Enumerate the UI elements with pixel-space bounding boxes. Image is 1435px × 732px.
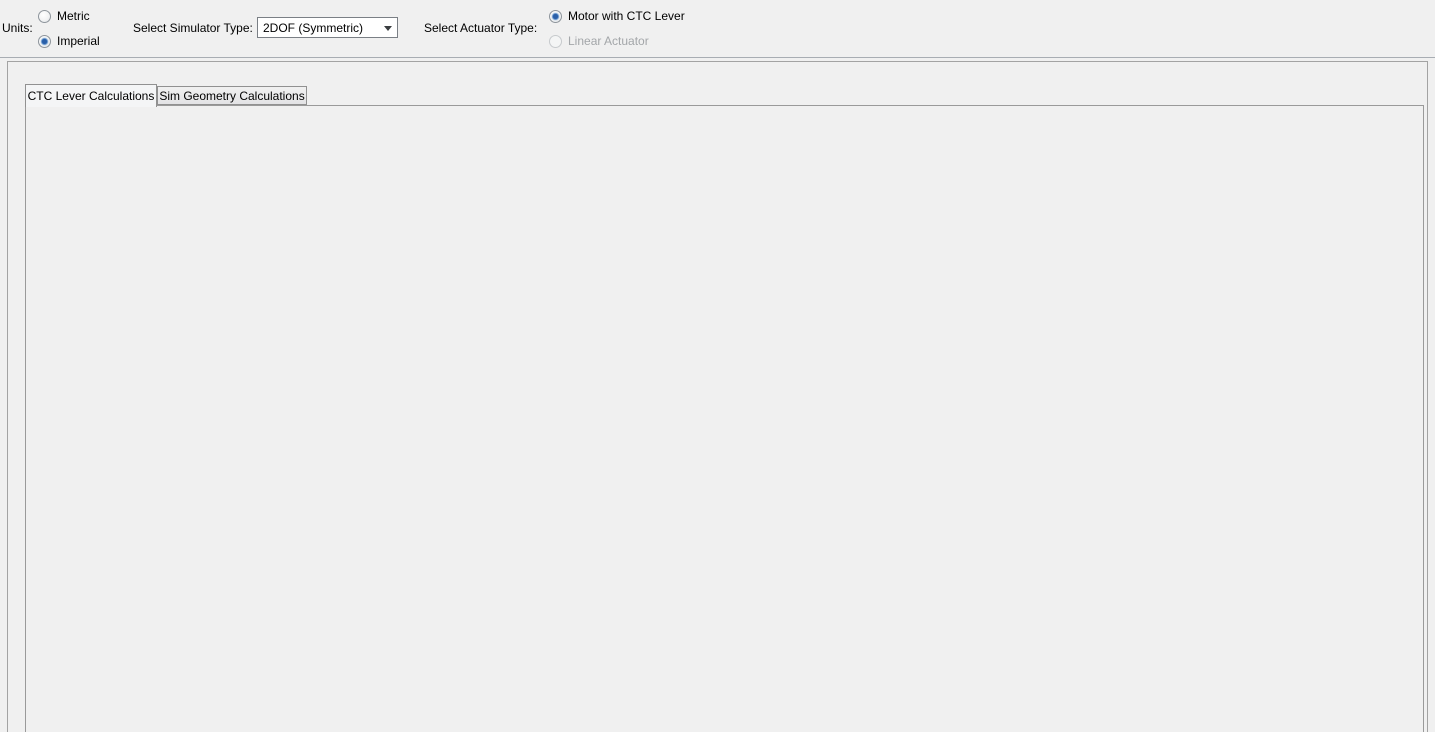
app-window: Units: Metric Imperial Select Simulator … bbox=[0, 0, 1435, 732]
units-metric-option[interactable]: Metric bbox=[38, 9, 90, 23]
tab-sim-geometry-calculations[interactable]: Sim Geometry Calculations bbox=[157, 86, 307, 105]
motor-ctc-radio-icon[interactable] bbox=[549, 10, 562, 23]
chevron-down-icon bbox=[384, 26, 392, 31]
motor-ctc-radio-label: Motor with CTC Lever bbox=[568, 9, 685, 23]
actuator-type-label: Select Actuator Type: bbox=[424, 21, 537, 35]
simulator-type-value: 2DOF (Symmetric) bbox=[263, 21, 363, 35]
actuator-linear-option: Linear Actuator bbox=[549, 34, 649, 48]
linear-actuator-radio-icon bbox=[549, 35, 562, 48]
imperial-radio-label: Imperial bbox=[57, 34, 100, 48]
top-options-bar: Units: Metric Imperial Select Simulator … bbox=[0, 0, 1435, 58]
metric-radio-label: Metric bbox=[57, 9, 90, 23]
metric-radio-icon[interactable] bbox=[38, 10, 51, 23]
ctc-lever-tab-page bbox=[25, 105, 1424, 732]
simulator-type-dropdown[interactable]: 2DOF (Symmetric) bbox=[257, 17, 398, 38]
units-imperial-option[interactable]: Imperial bbox=[38, 34, 100, 48]
simulator-type-label: Select Simulator Type: bbox=[133, 21, 253, 35]
linear-actuator-radio-label: Linear Actuator bbox=[568, 34, 649, 48]
tab-ctc-lever-calculations[interactable]: CTC Lever Calculations bbox=[25, 84, 157, 107]
imperial-radio-icon[interactable] bbox=[38, 35, 51, 48]
actuator-motor-option[interactable]: Motor with CTC Lever bbox=[549, 9, 685, 23]
units-label: Units: bbox=[2, 21, 33, 35]
